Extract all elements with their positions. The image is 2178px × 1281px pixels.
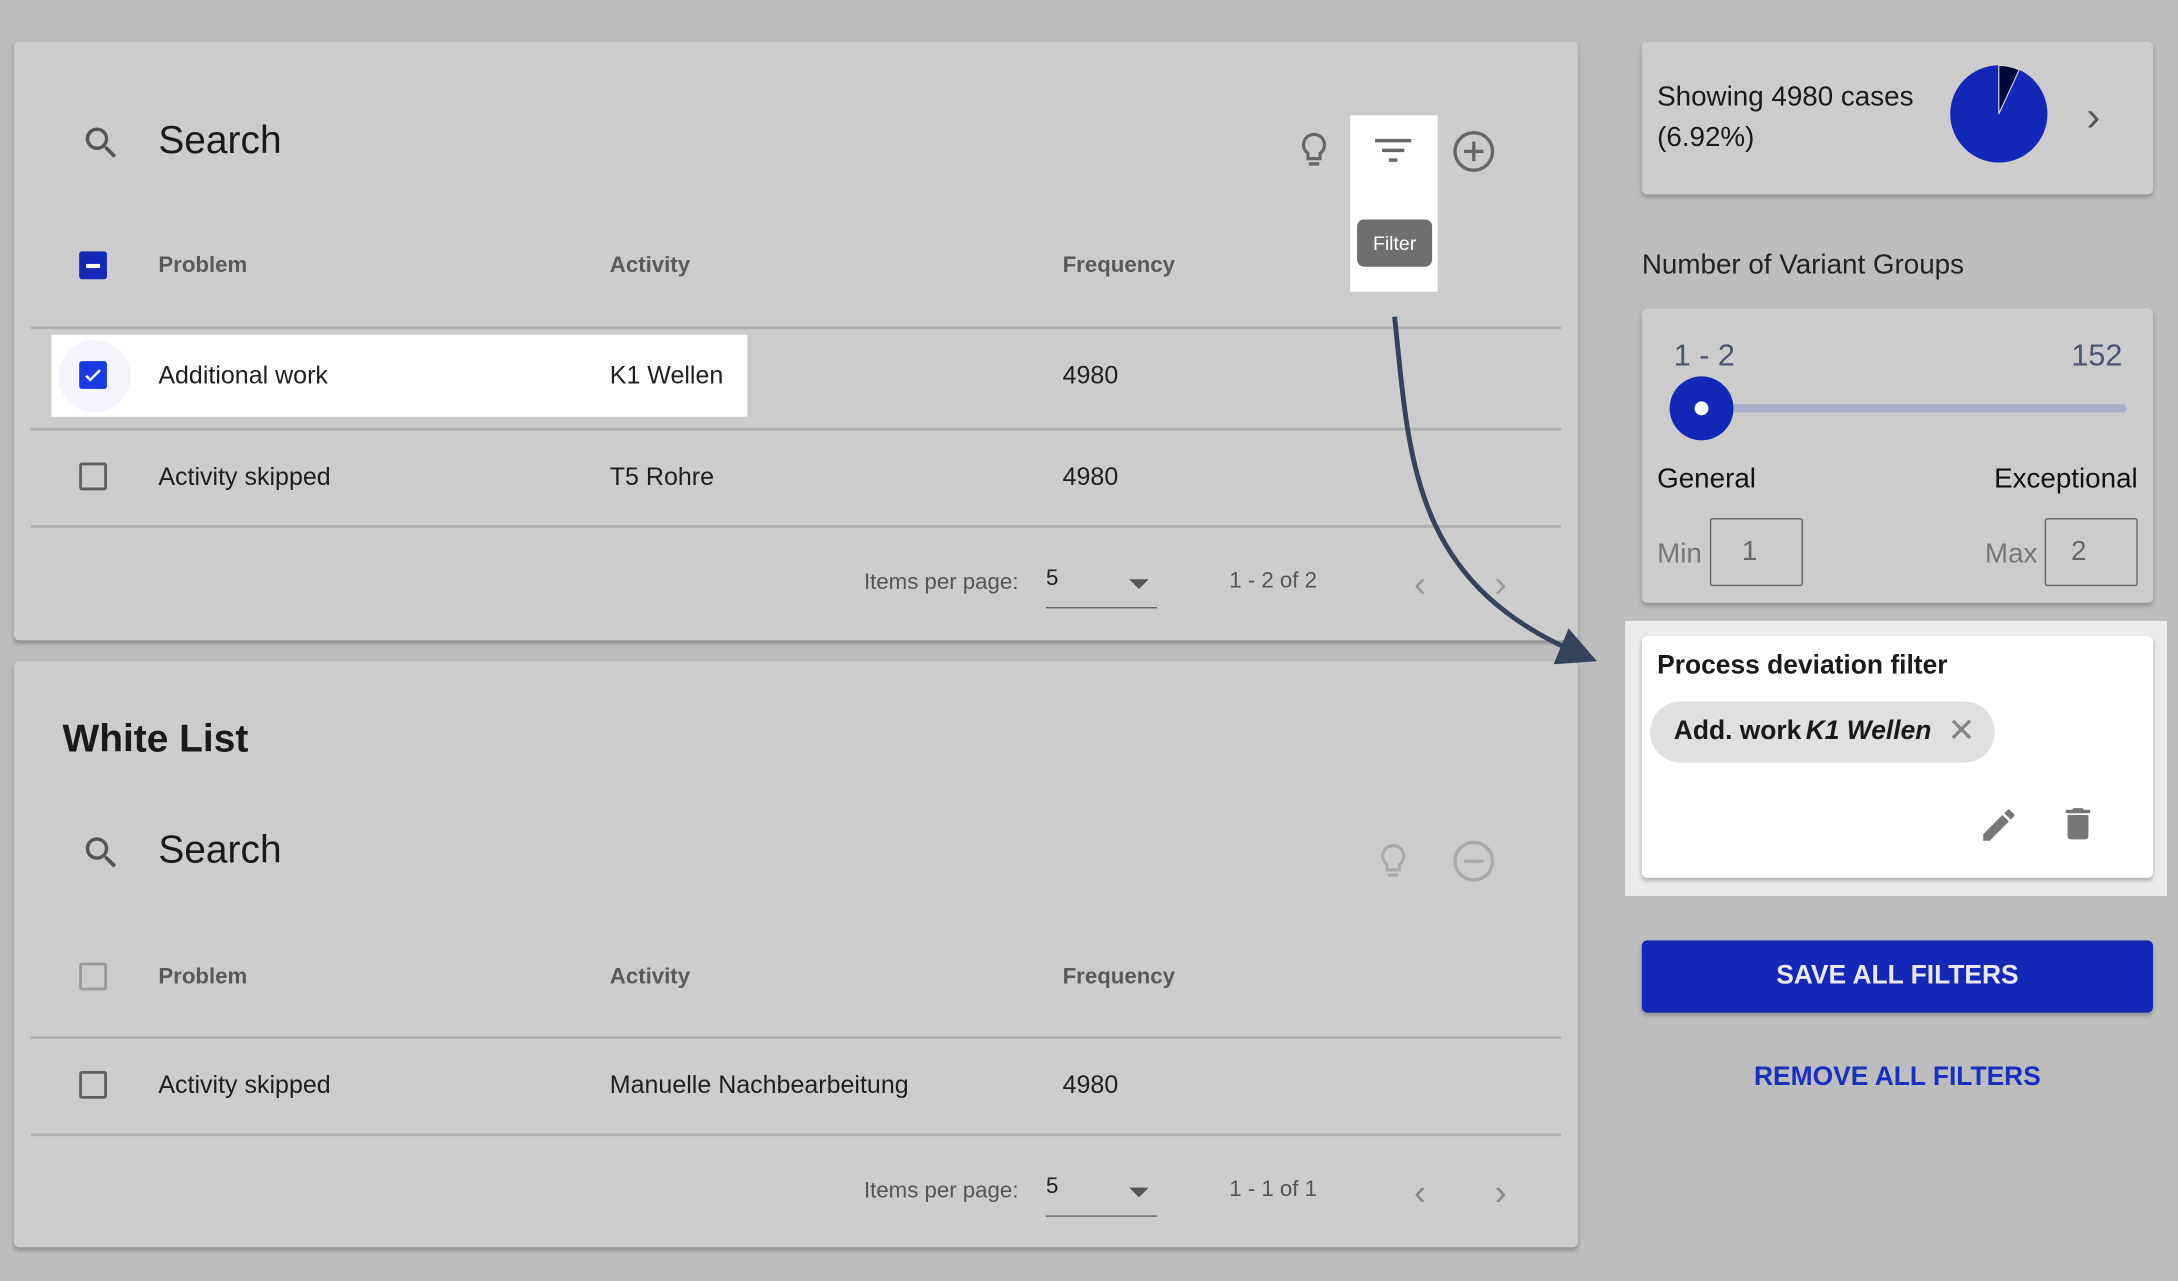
chip-activity: K1 Wellen <box>1805 716 1932 746</box>
filter-card-title: Process deviation filter <box>1657 651 1948 681</box>
table-cell: 4980 <box>1062 462 1119 491</box>
items-per-page-label: Items per page: <box>863 1179 1019 1203</box>
save-all-filters-button[interactable]: SAVE ALL FILTERS <box>1641 940 2153 1013</box>
divider <box>30 1036 1562 1039</box>
slider-thumb[interactable] <box>1669 376 1734 441</box>
column-header-problem[interactable]: Problem <box>158 254 247 279</box>
divider <box>30 326 1562 330</box>
general-label: General <box>1657 463 1756 495</box>
table-cell: Manuelle Nachbearbeitung <box>609 1070 909 1099</box>
case-count-text: Showing 4980 cases <box>1657 81 1914 113</box>
lightbulb-icon[interactable] <box>1372 839 1414 883</box>
dropdown-arrow-icon <box>1129 1187 1149 1198</box>
select-all-checkbox[interactable] <box>79 251 107 280</box>
row-checkbox[interactable] <box>79 1070 107 1099</box>
column-header-frequency[interactable]: Frequency <box>1063 254 1175 279</box>
search-input[interactable]: Search <box>158 118 281 162</box>
page-size-select[interactable]: 5 <box>1045 1175 1158 1217</box>
items-per-page-label: Items per page: <box>863 570 1019 595</box>
prev-page-icon[interactable]: ‹ <box>1414 563 1426 606</box>
min-input[interactable]: 1 <box>1709 518 1803 587</box>
search-icon <box>85 837 117 868</box>
case-summary-card[interactable] <box>1641 41 2153 195</box>
slider-max-label: 152 <box>2071 337 2123 373</box>
divider <box>30 427 1562 431</box>
column-header-frequency[interactable]: Frequency <box>1063 965 1175 990</box>
table-cell: T5 Rohre <box>609 462 715 491</box>
whitelist-title: White List <box>62 716 249 760</box>
whitelist-search-input[interactable]: Search <box>158 828 281 872</box>
table-cell: Activity skipped <box>158 462 331 491</box>
table-cell: 4980 <box>1062 361 1119 389</box>
row-checkbox[interactable] <box>79 462 107 491</box>
row-checkbox[interactable] <box>79 361 107 389</box>
max-label: Max <box>1984 538 2038 570</box>
next-page-icon[interactable]: › <box>1495 1171 1507 1214</box>
divider <box>30 1133 1562 1137</box>
filter-chip[interactable]: Add. work K1 Wellen ✕ <box>1650 701 1995 763</box>
page-size-select[interactable]: 5 <box>1045 566 1158 609</box>
next-page-icon[interactable]: › <box>1495 563 1507 606</box>
max-input[interactable]: 2 <box>2044 518 2138 587</box>
divider <box>30 525 1562 528</box>
dropdown-arrow-icon <box>1129 579 1149 589</box>
page-size-value: 5 <box>1045 1175 1059 1199</box>
case-pie-chart <box>1950 64 2048 163</box>
column-header-activity[interactable]: Activity <box>610 965 690 990</box>
table-cell: K1 Wellen <box>609 361 724 389</box>
chevron-right-icon[interactable]: › <box>2086 94 2100 141</box>
min-label: Min <box>1657 538 1702 570</box>
table-cell: Activity skipped <box>158 1070 331 1099</box>
whitelist-card <box>13 661 1578 1248</box>
select-all-checkbox[interactable] <box>79 962 107 991</box>
page-size-value: 5 <box>1045 566 1059 591</box>
column-header-problem[interactable]: Problem <box>158 965 247 990</box>
page-range: 1 - 2 of 2 <box>1229 569 1318 594</box>
edit-pencil-icon[interactable] <box>1978 804 2020 846</box>
chip-label: Add. work <box>1673 716 1802 746</box>
exceptional-label: Exceptional <box>1994 463 2138 495</box>
filter-tooltip: Filter <box>1357 219 1433 267</box>
remove-all-filters-button[interactable]: REMOVE ALL FILTERS <box>1642 1063 2153 1094</box>
slider-track[interactable] <box>1701 404 2127 413</box>
remove-circle-icon[interactable] <box>1452 839 1496 883</box>
prev-page-icon[interactable]: ‹ <box>1414 1171 1426 1214</box>
table-cell: Additional work <box>158 361 328 389</box>
search-icon <box>85 127 117 158</box>
delete-trash-icon[interactable] <box>2057 803 2099 845</box>
slider-range-label: 1 - 2 <box>1673 337 1735 373</box>
column-header-activity[interactable]: Activity <box>610 254 690 279</box>
table-cell: 4980 <box>1062 1070 1119 1099</box>
lightbulb-icon[interactable] <box>1293 128 1335 172</box>
page-range: 1 - 1 of 1 <box>1229 1177 1318 1202</box>
close-icon[interactable]: ✕ <box>1947 711 1975 751</box>
add-circle-icon[interactable] <box>1452 129 1496 173</box>
variant-groups-title: Number of Variant Groups <box>1641 250 1965 281</box>
filter-icon[interactable] <box>1372 133 1414 169</box>
case-percent-text: (6.92%) <box>1657 122 1755 153</box>
